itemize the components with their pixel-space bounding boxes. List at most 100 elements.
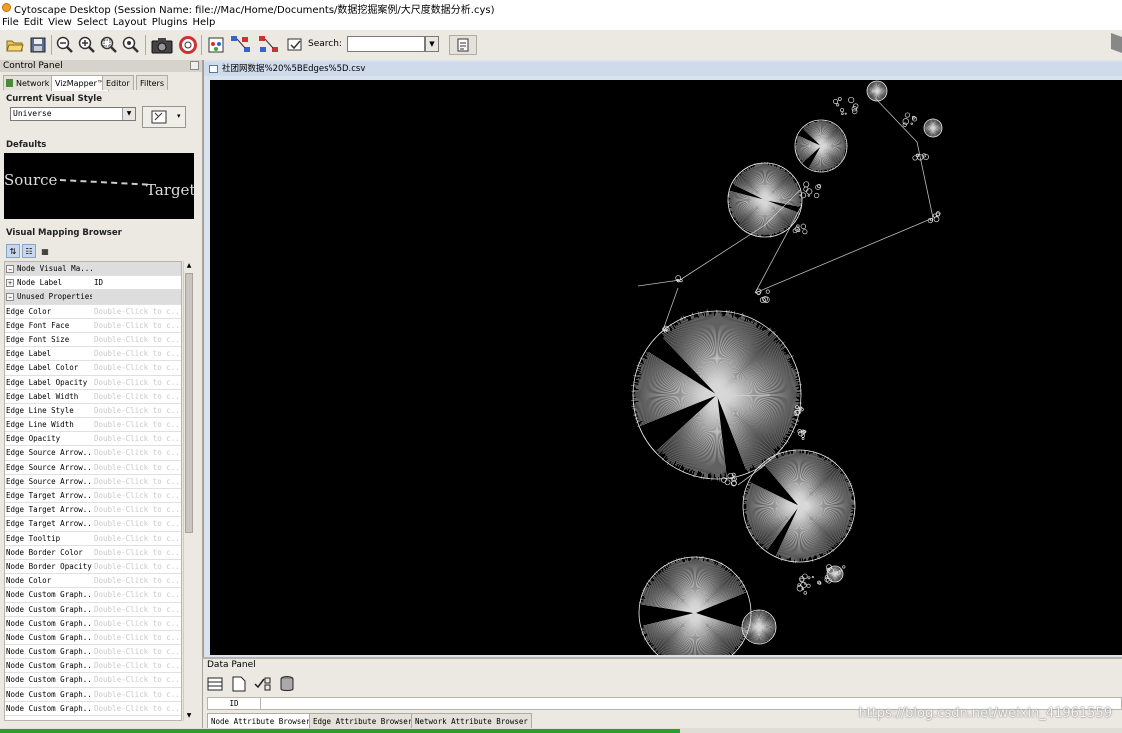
network-tab-icon <box>6 79 13 87</box>
unused-property-row[interactable]: Node Custom Graph... Double-Click to c... <box>5 631 181 646</box>
tab-network-attribute-browser[interactable]: Network Attribute Browser <box>411 713 532 728</box>
attribute-column-id[interactable]: ID <box>208 698 261 709</box>
scroll-thumb[interactable] <box>185 273 193 533</box>
unused-property-row[interactable]: Node Border Opacity Double-Click to c... <box>5 560 181 575</box>
layout-force-icon[interactable] <box>257 35 281 55</box>
graph-node <box>802 229 808 235</box>
defaults-target-node: Target <box>146 181 194 199</box>
unused-property-row[interactable]: Edge Label Width Double-Click to c... <box>5 390 181 404</box>
unused-property-row[interactable]: Node Color Double-Click to c... <box>5 574 181 589</box>
unused-property-row[interactable]: Node Custom Graph... Double-Click to c... <box>5 702 181 716</box>
edit-selection-icon[interactable] <box>285 35 305 55</box>
property-value: Double-Click to c... <box>94 661 181 671</box>
select-all-attributes-icon[interactable] <box>253 674 273 694</box>
unused-property-row[interactable]: Node Custom Graph... Double-Click to c... <box>5 688 181 702</box>
tab-filters[interactable]: Filters <box>136 75 168 90</box>
graph-node <box>802 573 808 580</box>
unused-property-row[interactable]: Edge Target Arrow... Double-Click to c... <box>5 503 181 518</box>
unused-property-row[interactable]: Edge Line Style Double-Click to c... <box>5 404 181 419</box>
lifebuoy-help-icon[interactable] <box>178 35 198 55</box>
network-canvas[interactable] <box>210 80 1122 655</box>
search-dropdown-chevron-icon[interactable]: ▼ <box>425 36 439 52</box>
panel-float-icon[interactable] <box>190 61 199 70</box>
open-folder-icon[interactable] <box>5 35 25 55</box>
tab-editor[interactable]: Editor <box>102 75 134 90</box>
grid-view-icon[interactable]: ▦ <box>38 244 52 258</box>
unused-property-row[interactable]: Edge Label Double-Click to c... <box>5 347 181 362</box>
select-attributes-icon[interactable] <box>205 674 225 694</box>
unused-property-row[interactable]: Node Custom Graph... Double-Click to c... <box>5 673 181 688</box>
scroll-down-icon[interactable]: ▼ <box>184 711 194 721</box>
property-label: Edge Line Width <box>6 420 74 430</box>
zoom-in-icon[interactable] <box>77 35 97 55</box>
zoom-out-icon[interactable] <box>55 35 75 55</box>
unused-property-row[interactable]: Edge Color Double-Click to c... <box>5 305 181 319</box>
unused-property-row[interactable]: Node Custom Graph... Double-Click to c... <box>5 645 181 660</box>
camera-export-icon[interactable] <box>150 35 174 55</box>
property-value: Double-Click to c... <box>94 491 181 500</box>
unused-property-row[interactable]: Node Custom Graph... Double-Click to c... <box>5 588 181 603</box>
menu-layout[interactable]: Layout <box>111 16 150 30</box>
delete-attribute-icon[interactable] <box>277 674 297 694</box>
menu-file[interactable]: File <box>0 16 22 30</box>
tab-edge-attribute-browser[interactable]: Edge Attribute Browser <box>309 713 417 728</box>
defaults-preview[interactable]: Source Target <box>4 153 194 219</box>
section-unused-properties[interactable]: − Unused Properties <box>5 290 181 305</box>
menu-select[interactable]: Select <box>75 16 111 30</box>
unused-property-row[interactable]: Node Custom Graph... Double-Click to c... <box>5 659 181 674</box>
unused-property-row[interactable]: Edge Source Arrow... Double-Click to c... <box>5 446 181 461</box>
tab-network[interactable]: Network <box>3 75 54 90</box>
data-panel-title: Data Panel <box>207 660 256 670</box>
unused-property-row[interactable]: Edge Opacity Double-Click to c... <box>5 432 181 447</box>
property-name: Node Custom Graph... <box>6 673 92 686</box>
layout-hierarchy-icon[interactable] <box>229 35 253 55</box>
save-icon[interactable] <box>28 35 48 55</box>
menu-edit[interactable]: Edit <box>22 16 46 30</box>
property-label: Node Custom Graph... <box>6 661 92 671</box>
property-name: Node Custom Graph... <box>6 688 92 701</box>
new-network-icon[interactable] <box>206 35 226 55</box>
property-name: Edge Label Width <box>6 390 92 403</box>
tab-node-attribute-browser[interactable]: Node Attribute Browser <box>207 713 315 728</box>
chevron-down-icon: ▼ <box>122 108 135 120</box>
unused-property-row[interactable]: Edge Target Arrow... Double-Click to c... <box>5 489 181 504</box>
unused-property-row[interactable]: Node Custom Graph... Double-Click to c... <box>5 617 181 631</box>
search-label: Search: <box>308 39 342 49</box>
menu-help[interactable]: Help <box>191 16 219 30</box>
unused-property-row[interactable]: Edge Target Arrow... Double-Click to c... <box>5 517 181 532</box>
section-node-visual-mapping[interactable]: − Node Visual Ma... <box>5 262 181 277</box>
unused-property-row[interactable]: Edge Font Size Double-Click to c... <box>5 333 181 348</box>
unused-property-row[interactable]: Edge Source Arrow... Double-Click to c... <box>5 461 181 475</box>
scroll-up-icon[interactable]: ▲ <box>184 261 194 271</box>
zoom-fit-icon[interactable] <box>121 35 141 55</box>
menu-plugins[interactable]: Plugins <box>150 16 191 30</box>
menu-view[interactable]: View <box>46 16 75 30</box>
search-input[interactable] <box>347 36 425 52</box>
categorize-icon[interactable]: ☷ <box>22 244 36 258</box>
mapping-node-label[interactable]: + Node Label ID <box>5 276 181 291</box>
property-label: Edge Line Style <box>6 405 74 415</box>
unused-property-row[interactable]: Edge Tooltip Double-Click to c... <box>5 532 181 546</box>
unused-property-row[interactable]: Edge Font Face Double-Click to c... <box>5 319 181 333</box>
unused-property-row[interactable]: Edge Label Color Double-Click to c... <box>5 361 181 376</box>
expand-icon[interactable]: + <box>6 279 14 288</box>
property-value: Double-Click to c... <box>94 547 181 557</box>
collapse-icon[interactable]: − <box>6 265 14 273</box>
unused-property-row[interactable]: Edge Line Width Double-Click to c... <box>5 418 181 433</box>
visual-mapping-browser-label: Visual Mapping Browser <box>6 228 122 238</box>
filter-options-icon[interactable] <box>449 35 477 55</box>
new-attribute-icon[interactable] <box>229 674 249 694</box>
sort-icon[interactable]: ⇅ <box>6 244 20 258</box>
visual-style-options-button[interactable]: ▾ <box>142 106 186 128</box>
properties-scrollbar[interactable]: ▲ ▼ <box>183 261 194 721</box>
collapse-icon[interactable]: − <box>6 293 14 302</box>
visual-style-select[interactable]: Universe ▼ <box>10 107 136 121</box>
unused-property-row[interactable]: Node Border Color Double-Click to c... <box>5 546 181 560</box>
tab-vizmapper[interactable]: VizMapper™ <box>51 75 109 91</box>
zoom-selected-icon[interactable] <box>99 35 119 55</box>
unused-property-row[interactable]: Edge Source Arrow... Double-Click to c... <box>5 475 181 489</box>
property-name: + Node Label <box>6 276 92 289</box>
unused-property-row[interactable]: Edge Label Opacity Double-Click to c... <box>5 376 181 390</box>
unused-property-row[interactable]: Node Custom Graph... Double-Click to c... <box>5 603 181 617</box>
graph-node <box>807 576 811 580</box>
